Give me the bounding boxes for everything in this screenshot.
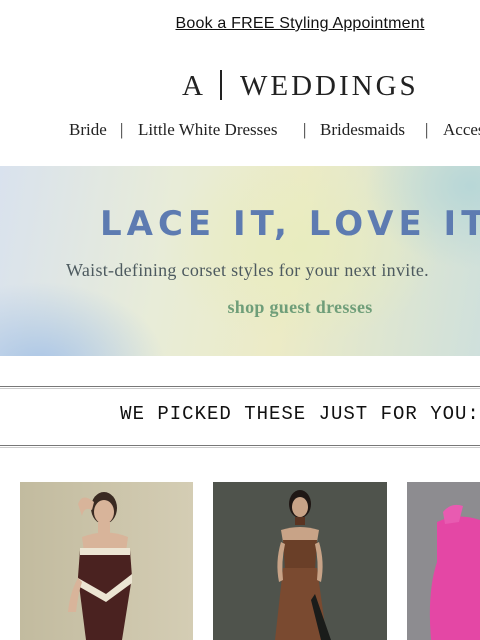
product-card[interactable] bbox=[213, 482, 387, 640]
product-image bbox=[213, 482, 387, 640]
hero-banner[interactable]: LACE IT, LOVE IT Waist-defining corset s… bbox=[0, 166, 480, 356]
product-card[interactable] bbox=[20, 482, 193, 640]
nav-item-bridesmaids[interactable]: Bridesmaids bbox=[320, 120, 405, 140]
divider-bottom bbox=[0, 445, 480, 448]
product-image bbox=[407, 482, 480, 640]
brand-logo[interactable]: A WEDDINGS bbox=[120, 66, 480, 106]
nav-separator: | bbox=[303, 120, 307, 139]
book-styling-appointment-link[interactable]: Book a FREE Styling Appointment bbox=[0, 15, 480, 33]
hero-headline: LACE IT, LOVE IT bbox=[100, 204, 480, 244]
logo-wordmark: WEDDINGS bbox=[240, 70, 419, 102]
shop-guest-dresses-link[interactable]: shop guest dresses bbox=[0, 297, 480, 318]
product-card[interactable] bbox=[407, 482, 480, 640]
hero-subtitle: Waist-defining corset styles for your ne… bbox=[66, 260, 429, 280]
promo-bar: Book a FREE Styling Appointment bbox=[0, 0, 480, 50]
logo-divider bbox=[220, 70, 222, 100]
main-nav: Bride | Little White Dresses | Bridesmai… bbox=[0, 120, 480, 144]
nav-separator: | bbox=[425, 120, 429, 139]
product-row bbox=[0, 482, 480, 640]
product-image bbox=[20, 482, 193, 640]
nav-item-bride[interactable]: Bride bbox=[69, 120, 107, 140]
nav-item-little-white-dresses[interactable]: Little White Dresses bbox=[138, 120, 277, 140]
divider-top bbox=[0, 386, 480, 389]
nav-separator: | bbox=[120, 120, 124, 139]
logo-letter: A bbox=[182, 70, 205, 102]
nav-item-accessories[interactable]: Acces bbox=[443, 120, 480, 140]
section-title: WE PICKED THESE JUST FOR YOU: bbox=[120, 403, 480, 425]
